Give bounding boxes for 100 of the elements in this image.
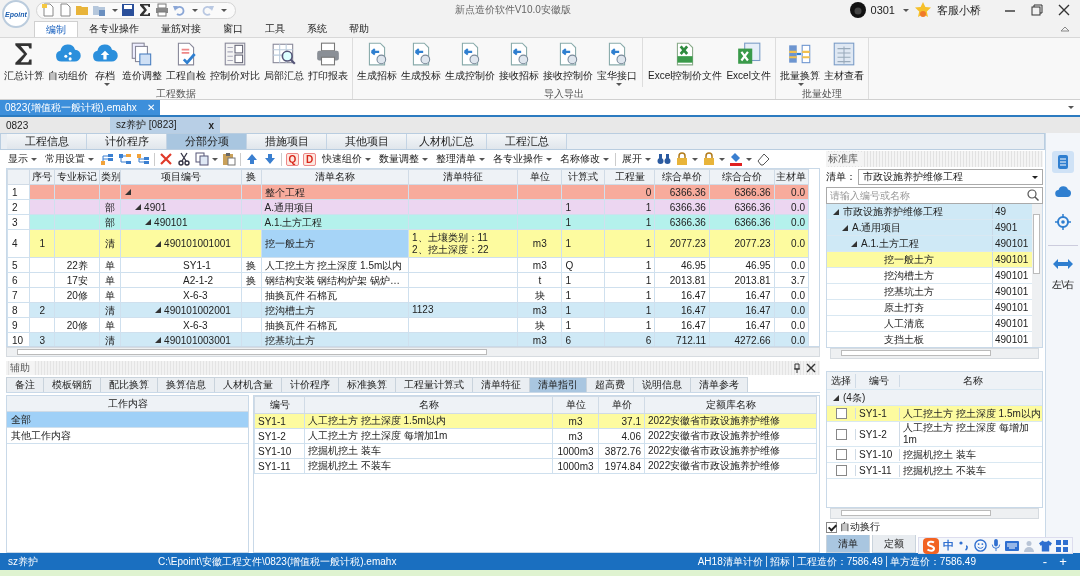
checkbox[interactable] bbox=[835, 449, 847, 460]
tree-item[interactable]: A.1.土方工程 490101 bbox=[827, 236, 1032, 252]
column-header[interactable]: 编号 bbox=[855, 373, 899, 388]
column-header[interactable]: 工作内容 bbox=[7, 396, 248, 412]
caret-icon[interactable] bbox=[479, 157, 485, 161]
delete-icon[interactable] bbox=[159, 152, 173, 166]
double-arrow-icon[interactable] bbox=[1053, 258, 1073, 270]
document-icon[interactable] bbox=[1055, 154, 1071, 170]
caret-icon[interactable] bbox=[88, 157, 94, 161]
target-icon[interactable] bbox=[1055, 214, 1071, 230]
document-tab-label[interactable]: sz养护 [0823] bbox=[116, 118, 177, 132]
toolbar-menu[interactable]: 快速组价 bbox=[320, 152, 373, 166]
menu-tab[interactable]: 工具 bbox=[254, 21, 296, 37]
panel-tab[interactable]: 清单指引 bbox=[529, 377, 587, 392]
module-tab[interactable]: 工程信息 bbox=[7, 134, 87, 149]
expanded-icon[interactable] bbox=[851, 240, 857, 247]
toolbar-menu[interactable]: 整理清单 bbox=[434, 152, 487, 166]
toolbar-menu[interactable]: 名称修改 bbox=[558, 152, 611, 166]
panel-tab[interactable]: 配比换算 bbox=[100, 377, 158, 392]
caret-icon[interactable] bbox=[365, 157, 371, 161]
toolbar-button[interactable]: Q bbox=[286, 152, 299, 166]
dropdown[interactable]: 市政设施养护维修工程 bbox=[858, 169, 1043, 185]
input-mode[interactable]: 中 bbox=[943, 538, 954, 553]
save-icon[interactable] bbox=[121, 3, 135, 17]
tree-item[interactable]: 挖基坑土方 490101 bbox=[827, 284, 1032, 300]
search-icon[interactable] bbox=[1027, 189, 1039, 201]
column-header[interactable]: 清单名称 bbox=[261, 169, 409, 185]
cut-icon[interactable] bbox=[177, 152, 191, 166]
module-tab[interactable]: 计价程序 bbox=[87, 134, 167, 149]
user-name[interactable]: 0301 bbox=[870, 4, 895, 16]
column-header[interactable]: 定额库名称 bbox=[644, 396, 817, 414]
eraser-icon[interactable] bbox=[756, 152, 770, 166]
menu-tab[interactable]: 系统 bbox=[296, 21, 338, 37]
ribbon-button[interactable]: Excel文件 bbox=[724, 41, 773, 87]
avatar-icon[interactable] bbox=[849, 2, 866, 18]
copy-icon[interactable] bbox=[195, 152, 209, 166]
column-header[interactable]: 项目编号 bbox=[120, 169, 242, 185]
caret-icon[interactable] bbox=[603, 157, 609, 161]
fill-color-icon[interactable] bbox=[729, 152, 743, 166]
pin-icon[interactable] bbox=[792, 363, 802, 373]
menu-tab[interactable]: 各专业操作 bbox=[78, 21, 150, 37]
table-row[interactable]: SY1-2 人工挖土方 挖土深度 每增加1m bbox=[827, 422, 1042, 447]
column-header[interactable]: 主材单 bbox=[774, 169, 809, 185]
table-row[interactable]: SY1-2 人工挖土方 挖土深度 每增加1m m3 4.06 2022安徽省市政设施养护维修 bbox=[254, 428, 817, 444]
expanded-icon[interactable] bbox=[155, 240, 162, 247]
column-header[interactable]: 综合合价 bbox=[709, 169, 775, 185]
toolbar-menu[interactable]: 数量调整 bbox=[377, 152, 430, 166]
menu-tab[interactable]: 量筋对接 bbox=[150, 21, 212, 37]
panel-tab[interactable]: 备注 bbox=[6, 377, 44, 392]
column-header[interactable]: 单位 bbox=[552, 396, 599, 414]
punctuation-icon[interactable] bbox=[958, 539, 970, 552]
tree-item[interactable]: 挖沟槽土方 490101 bbox=[827, 268, 1032, 284]
toolbar-menu[interactable]: 展开 bbox=[620, 152, 653, 166]
tree-item[interactable]: 挖一般土方 490101 bbox=[827, 252, 1032, 268]
s-logo-icon[interactable] bbox=[923, 537, 939, 554]
menu-tab[interactable]: 帮助 bbox=[338, 21, 380, 37]
checkbox[interactable] bbox=[835, 408, 847, 419]
grid-icon[interactable] bbox=[1056, 539, 1068, 552]
ribbon-button[interactable]: 主材查看 bbox=[821, 41, 866, 87]
menu-tab[interactable]: 编制 bbox=[34, 21, 78, 37]
column-header[interactable]: 选择 bbox=[827, 373, 855, 388]
ribbon-button[interactable]: 接收控制价 bbox=[541, 41, 595, 87]
caret-icon[interactable] bbox=[903, 8, 909, 12]
caret-icon[interactable] bbox=[798, 83, 805, 86]
caret-icon[interactable] bbox=[103, 83, 110, 86]
ribbon-button[interactable]: 接收招标 bbox=[497, 41, 541, 87]
toolbar-button[interactable]: D bbox=[303, 152, 316, 166]
close-icon[interactable] bbox=[806, 363, 816, 373]
table-row[interactable]: 4 1 清 490101001001 挖一般土方 1、土壤类别：11 2、挖土深度：22 m3 1 1 2077.23 2077.23 0.0 bbox=[7, 229, 809, 258]
column-header[interactable]: 名称 bbox=[899, 374, 1042, 387]
tree-item[interactable]: 市政设施养护维修工程 49 bbox=[827, 204, 1032, 220]
cloud-icon[interactable] bbox=[1055, 184, 1071, 200]
ribbon-button[interactable]: 控制价对比 bbox=[208, 41, 262, 87]
table-row[interactable]: SY1-10 挖掘机挖土 装车 bbox=[827, 447, 1042, 463]
tree-icon[interactable] bbox=[100, 152, 114, 166]
column-header[interactable]: 类别 bbox=[99, 169, 121, 185]
printer-icon[interactable] bbox=[155, 3, 169, 17]
tree-item[interactable]: A.通用项目 4901 bbox=[827, 220, 1032, 236]
ribbon-button[interactable]: 局部汇总 bbox=[262, 41, 306, 87]
panel-tab[interactable]: 计价程序 bbox=[281, 377, 339, 392]
caret-icon[interactable] bbox=[615, 83, 622, 86]
expanded-icon[interactable] bbox=[833, 208, 839, 215]
checkbox[interactable] bbox=[835, 428, 847, 440]
panel-tab[interactable]: 超高费 bbox=[586, 377, 634, 392]
caret-icon[interactable] bbox=[692, 157, 698, 161]
ribbon-button[interactable]: 汇总计算 bbox=[2, 41, 46, 87]
lock-icon[interactable] bbox=[675, 152, 689, 166]
column-header[interactable]: 清单特征 bbox=[408, 169, 518, 185]
caret-icon[interactable] bbox=[221, 8, 227, 12]
binoculars-icon[interactable] bbox=[657, 152, 671, 166]
restore-icon[interactable] bbox=[1031, 4, 1043, 16]
close-button[interactable]: x bbox=[208, 119, 214, 131]
side-label[interactable]: 左\右 bbox=[1051, 278, 1075, 292]
horizontal-scrollbar[interactable] bbox=[830, 508, 1039, 519]
column-header[interactable]: 名称 bbox=[304, 396, 553, 414]
zoom-out-button[interactable]: - bbox=[1036, 554, 1054, 569]
panel-tab[interactable]: 人材机含量 bbox=[214, 377, 282, 392]
ribbon-button[interactable]: 宝华接口 bbox=[595, 41, 639, 87]
folder-icon[interactable] bbox=[92, 3, 106, 17]
table-row[interactable]: SY1-11 挖掘机挖土 不装车 bbox=[827, 463, 1042, 479]
